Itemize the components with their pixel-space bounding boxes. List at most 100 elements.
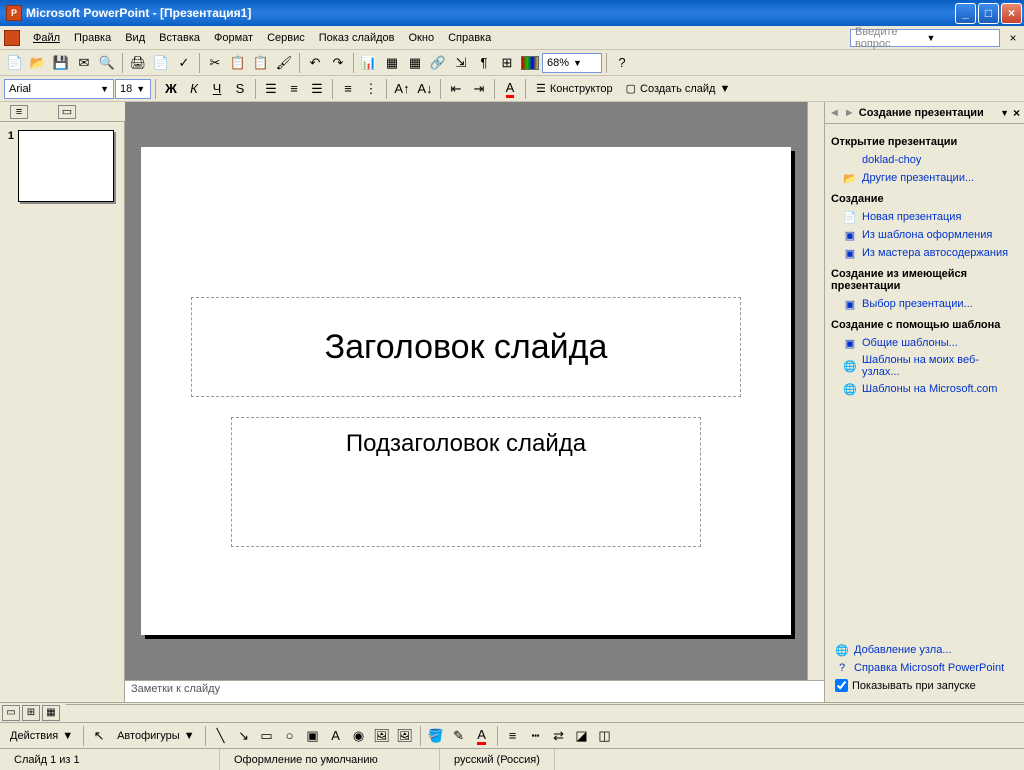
insert-chart-button[interactable]: 📊 bbox=[358, 52, 380, 74]
link-recent[interactable]: doklad-choy bbox=[831, 151, 1018, 169]
arrow-button[interactable]: ↘ bbox=[233, 725, 255, 747]
autoshapes-menu[interactable]: Автофигуры ▼ bbox=[111, 725, 200, 747]
insert-hyperlink-button[interactable]: 🔗 bbox=[427, 52, 449, 74]
link-add-node[interactable]: 🌐Добавление узла... bbox=[831, 641, 1018, 659]
copy-button[interactable]: 📋 bbox=[227, 52, 249, 74]
link-from-autocontent[interactable]: ▣Из мастера автосодержания bbox=[831, 244, 1018, 262]
task-pane-close-button[interactable]: × bbox=[1013, 106, 1020, 120]
spellcheck-button[interactable]: ✓ bbox=[173, 52, 195, 74]
status-language[interactable]: русский (Россия) bbox=[440, 749, 555, 770]
help-button[interactable]: ? bbox=[611, 52, 633, 74]
textbox-button[interactable]: ▣ bbox=[302, 725, 324, 747]
title-placeholder[interactable]: Заголовок слайда bbox=[191, 297, 741, 397]
line-style-button[interactable]: ≡ bbox=[502, 725, 524, 747]
slide-canvas-area[interactable]: Заголовок слайда Подзаголовок слайда bbox=[125, 102, 807, 680]
zoom-combo[interactable]: 68%▼ bbox=[542, 53, 602, 73]
clipart-button[interactable]: 🖼 bbox=[371, 725, 393, 747]
3d-style-button[interactable]: ◫ bbox=[594, 725, 616, 747]
tables-borders-button[interactable]: ▦ bbox=[404, 52, 426, 74]
email-button[interactable]: ✉ bbox=[73, 52, 95, 74]
fill-color-button[interactable]: 🪣 bbox=[425, 725, 447, 747]
normal-view-button[interactable]: ▭ bbox=[2, 705, 20, 721]
maximize-button[interactable]: □ bbox=[978, 3, 999, 24]
taskpane-forward-button[interactable]: ► bbox=[844, 107, 855, 119]
menu-tools[interactable]: Сервис bbox=[260, 30, 312, 46]
decrease-indent-button[interactable]: ⇤ bbox=[445, 78, 467, 100]
menu-slideshow[interactable]: Показ слайдов bbox=[312, 30, 402, 46]
align-left-button[interactable]: ☰ bbox=[260, 78, 282, 100]
notes-pane[interactable]: Заметки к слайду bbox=[125, 680, 824, 702]
link-help[interactable]: ?Справка Microsoft PowerPoint bbox=[831, 659, 1018, 677]
diagram-button[interactable]: ◉ bbox=[348, 725, 370, 747]
task-pane-dropdown[interactable]: ▼ bbox=[1000, 108, 1009, 118]
underline-button[interactable]: Ч bbox=[206, 78, 228, 100]
wordart-button[interactable]: A bbox=[325, 725, 347, 747]
new-slide-button[interactable]: ▢ Создать слайд ▼ bbox=[620, 78, 737, 100]
increase-indent-button[interactable]: ⇥ bbox=[468, 78, 490, 100]
dash-style-button[interactable]: ┅ bbox=[525, 725, 547, 747]
bullets-button[interactable]: ⋮ bbox=[360, 78, 382, 100]
menu-file[interactable]: Файл bbox=[26, 30, 67, 46]
sorter-view-button[interactable]: ⊞ bbox=[22, 705, 40, 721]
font-combo[interactable]: Arial▼ bbox=[4, 79, 114, 99]
expand-all-button[interactable]: ⇲ bbox=[450, 52, 472, 74]
save-button[interactable]: 💾 bbox=[50, 52, 72, 74]
picture-button[interactable]: 🖼 bbox=[394, 725, 416, 747]
print-preview-button[interactable]: 📄 bbox=[150, 52, 172, 74]
slide-thumbnail[interactable] bbox=[18, 130, 114, 202]
font-size-combo[interactable]: 18▼ bbox=[115, 79, 151, 99]
decrease-font-button[interactable]: A↓ bbox=[414, 78, 436, 100]
menu-edit[interactable]: Правка bbox=[67, 30, 118, 46]
line-color-button[interactable]: ✎ bbox=[448, 725, 470, 747]
new-button[interactable]: 📄 bbox=[4, 52, 26, 74]
menu-format[interactable]: Формат bbox=[207, 30, 260, 46]
vertical-scrollbar[interactable] bbox=[807, 102, 824, 680]
print-button[interactable]: 🖨 bbox=[127, 52, 149, 74]
menu-view[interactable]: Вид bbox=[118, 30, 152, 46]
align-right-button[interactable]: ☰ bbox=[306, 78, 328, 100]
minimize-button[interactable]: _ bbox=[955, 3, 976, 24]
link-new-presentation[interactable]: 📄Новая презентация bbox=[831, 208, 1018, 226]
link-general-templates[interactable]: ▣Общие шаблоны... bbox=[831, 334, 1018, 352]
taskpane-back-button[interactable]: ◄ bbox=[829, 107, 840, 119]
font-color-button[interactable]: A bbox=[471, 725, 493, 747]
font-color-button[interactable]: A bbox=[499, 78, 521, 100]
align-center-button[interactable]: ≡ bbox=[283, 78, 305, 100]
menu-help[interactable]: Справка bbox=[441, 30, 498, 46]
undo-button[interactable]: ↶ bbox=[304, 52, 326, 74]
color-button[interactable] bbox=[519, 52, 541, 74]
link-choose-presentation[interactable]: ▣Выбор презентации... bbox=[831, 295, 1018, 313]
slideshow-view-button[interactable]: ▦ bbox=[42, 705, 60, 721]
oval-button[interactable]: ○ bbox=[279, 725, 301, 747]
format-painter-button[interactable]: 🖌 bbox=[273, 52, 295, 74]
shadow-style-button[interactable]: ◪ bbox=[571, 725, 593, 747]
line-button[interactable]: ╲ bbox=[210, 725, 232, 747]
close-document-button[interactable]: × bbox=[1006, 31, 1020, 45]
bold-button[interactable]: Ж bbox=[160, 78, 182, 100]
increase-font-button[interactable]: A↑ bbox=[391, 78, 413, 100]
horizontal-scrollbar[interactable] bbox=[66, 704, 1024, 721]
actions-menu[interactable]: Действия ▼ bbox=[4, 725, 79, 747]
show-startup-checkbox[interactable]: Показывать при запуске bbox=[831, 677, 1018, 694]
menu-insert[interactable]: Вставка bbox=[152, 30, 207, 46]
paste-button[interactable]: 📋 bbox=[250, 52, 272, 74]
outline-tab[interactable]: ≡ bbox=[10, 105, 28, 119]
link-ms-templates[interactable]: 🌐Шаблоны на Microsoft.com bbox=[831, 380, 1018, 398]
select-objects-button[interactable]: ↖ bbox=[88, 725, 110, 747]
help-search-input[interactable]: Введите вопрос ▼ bbox=[850, 29, 1000, 47]
arrow-style-button[interactable]: ⇄ bbox=[548, 725, 570, 747]
open-button[interactable]: 📂 bbox=[27, 52, 49, 74]
numbering-button[interactable]: ≡ bbox=[337, 78, 359, 100]
italic-button[interactable]: К bbox=[183, 78, 205, 100]
slide-canvas[interactable]: Заголовок слайда Подзаголовок слайда bbox=[141, 147, 791, 635]
show-grid-button[interactable]: ⊞ bbox=[496, 52, 518, 74]
search-button[interactable]: 🔍 bbox=[96, 52, 118, 74]
redo-button[interactable]: ↷ bbox=[327, 52, 349, 74]
cut-button[interactable]: ✂ bbox=[204, 52, 226, 74]
designer-button[interactable]: ☰ Конструктор bbox=[530, 78, 619, 100]
show-formatting-button[interactable]: ¶ bbox=[473, 52, 495, 74]
link-from-design[interactable]: ▣Из шаблона оформления bbox=[831, 226, 1018, 244]
slides-tab[interactable]: ▭ bbox=[58, 105, 76, 119]
subtitle-placeholder[interactable]: Подзаголовок слайда bbox=[231, 417, 701, 547]
close-button[interactable]: × bbox=[1001, 3, 1022, 24]
